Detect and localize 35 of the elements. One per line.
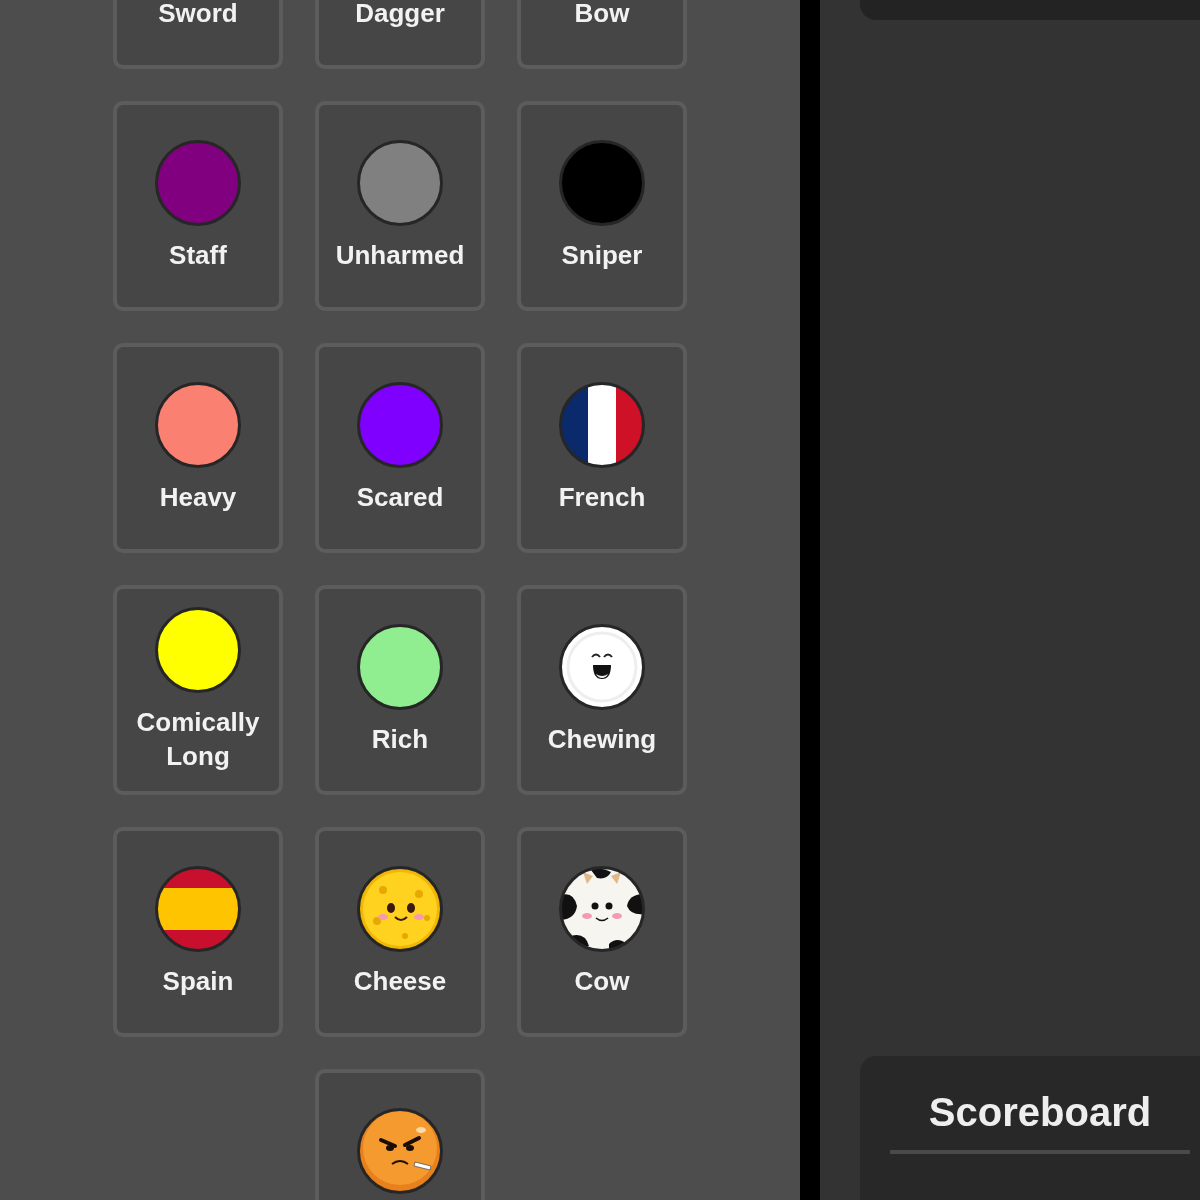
angry-face-icon xyxy=(357,1108,443,1194)
trait-card[interactable]: Cow xyxy=(517,827,687,1037)
trait-card[interactable]: Chewing xyxy=(517,585,687,795)
scoreboard-title: Scoreboard xyxy=(927,1089,1153,1136)
trait-label: Staff xyxy=(168,239,228,272)
trait-label: Rich xyxy=(370,723,430,756)
trait-label: Scared xyxy=(355,481,445,514)
flag-icon xyxy=(559,382,645,468)
trait-label: French xyxy=(557,481,647,514)
trait-card[interactable]: Heavy xyxy=(113,343,283,553)
trait-label: Spain xyxy=(161,965,235,998)
trait-card[interactable]: Staff xyxy=(113,101,283,311)
trait-label: Cow xyxy=(573,965,631,998)
trait-card[interactable]: Scared xyxy=(315,343,485,553)
trait-card[interactable]: Spain xyxy=(113,827,283,1037)
trait-card[interactable]: Sword xyxy=(113,0,283,69)
trait-label: Bow xyxy=(573,0,631,30)
trait-card[interactable]: Cheese xyxy=(315,827,485,1037)
trait-card[interactable]: Sniper xyxy=(517,101,687,311)
trait-label: Chewing xyxy=(546,723,658,756)
cheese-face-icon xyxy=(357,866,443,952)
trait-label: Heavy xyxy=(158,481,238,514)
trait-label: Unharmed xyxy=(334,239,466,272)
trait-label: Cheese xyxy=(352,965,448,998)
trait-label: Comically Long xyxy=(135,706,261,773)
trait-label: Sword xyxy=(157,0,239,30)
trait-card[interactable]: Comically Long xyxy=(113,585,283,795)
trait-label: Dagger xyxy=(354,0,446,30)
trait-card[interactable]: Rich xyxy=(315,585,485,795)
trait-card[interactable]: French xyxy=(517,343,687,553)
trait-label: Sniper xyxy=(560,239,644,272)
trait-card[interactable]: Bow xyxy=(517,0,687,69)
trait-card[interactable]: Dagger xyxy=(315,0,485,69)
laughing-face-icon xyxy=(559,624,645,710)
trait-card[interactable]: Unharmed xyxy=(315,101,485,311)
